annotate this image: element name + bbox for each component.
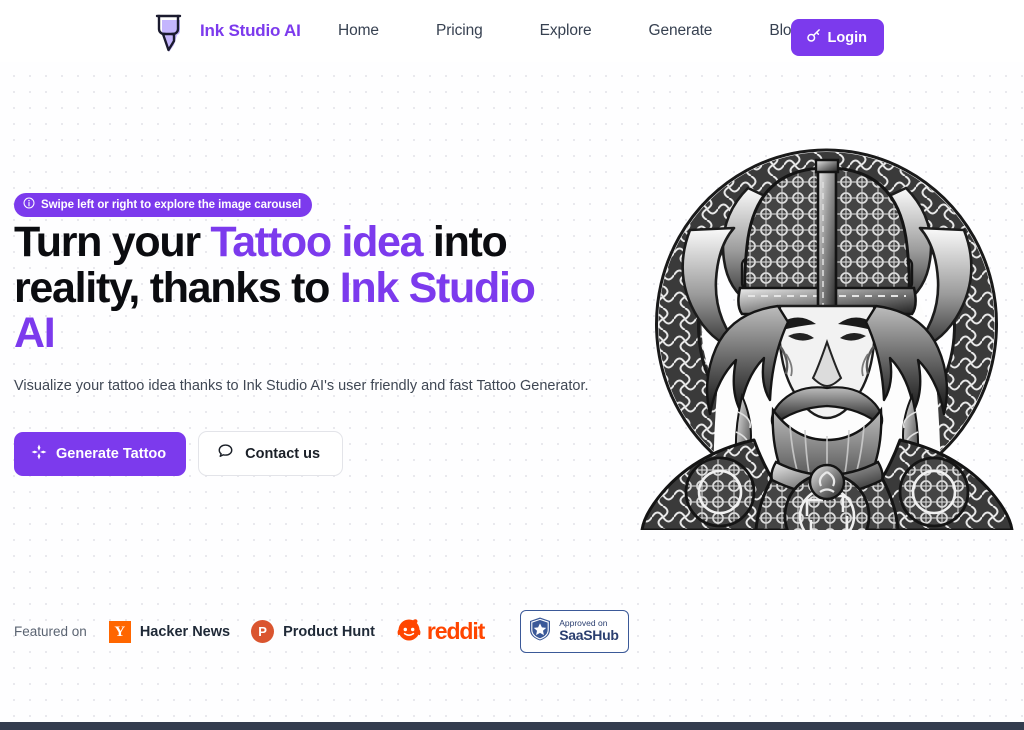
nav-item-generate[interactable]: Generate <box>649 16 713 46</box>
landing-page: Ink Studio AI Home Pricing Explore Gener… <box>0 0 1024 730</box>
headline-part-1: Turn your <box>14 218 211 266</box>
product-hunt-label: Product Hunt <box>283 623 375 640</box>
footer-strip <box>0 722 1024 730</box>
nav-item-home[interactable]: Home <box>338 16 379 46</box>
hacker-news-icon: Y <box>108 620 131 643</box>
product-hunt-icon: P <box>251 620 275 643</box>
brand-logo-link[interactable]: Ink Studio AI <box>148 8 301 54</box>
carousel-hint-badge: Swipe left or right to explore the image… <box>14 193 313 217</box>
generate-tattoo-button[interactable]: Generate Tattoo <box>14 431 187 476</box>
nav-item-explore[interactable]: Explore <box>540 16 592 46</box>
hero-subtitle: Visualize your tattoo idea thanks to Ink… <box>14 378 589 394</box>
featured-item-hacker-news[interactable]: Y Hacker News <box>108 620 231 643</box>
reddit-icon <box>396 616 422 647</box>
login-button-label: Login <box>827 29 867 46</box>
login-button[interactable]: Login <box>790 19 884 56</box>
saashub-line-2: SaaSHub <box>559 627 619 644</box>
hacker-news-label: Hacker News <box>139 623 231 640</box>
key-icon <box>806 28 821 47</box>
featured-on-label: Featured on <box>14 624 87 639</box>
page-title: Turn your Tattoo idea into reality, than… <box>14 218 584 357</box>
tattoo-carousel-image[interactable] <box>630 110 1024 530</box>
featured-item-product-hunt[interactable]: P Product Hunt <box>251 620 375 643</box>
carousel-hint-text: Swipe left or right to explore the image… <box>41 198 302 211</box>
hero-section: Swipe left or right to explore the image… <box>0 62 1024 722</box>
saashub-text: Approved on SaaSHub <box>559 618 619 644</box>
main-navigation: Home Pricing Explore Generate Blog <box>338 0 800 62</box>
brand-name: Ink Studio AI <box>200 21 301 40</box>
nav-item-pricing[interactable]: Pricing <box>436 16 483 46</box>
site-header: Ink Studio AI Home Pricing Explore Gener… <box>0 0 1024 62</box>
hero-cta-row: Generate Tattoo Contact us <box>14 431 344 476</box>
featured-on-row: Featured on Y Hacker News P Product Hunt <box>14 610 629 653</box>
info-circle-icon <box>23 197 35 212</box>
reddit-label: reddit <box>426 618 485 644</box>
headline-accent-1: Tattoo idea <box>210 218 423 266</box>
contact-us-label: Contact us <box>245 445 321 462</box>
shield-star-icon <box>528 616 552 647</box>
contact-us-button[interactable]: Contact us <box>198 431 344 476</box>
marker-pen-icon <box>148 8 192 54</box>
generate-tattoo-label: Generate Tattoo <box>56 445 167 462</box>
sparkle-icon <box>31 444 47 464</box>
saashub-badge[interactable]: Approved on SaaSHub <box>520 610 629 653</box>
chat-bubble-icon <box>217 443 234 464</box>
featured-item-reddit[interactable]: reddit <box>396 616 485 647</box>
